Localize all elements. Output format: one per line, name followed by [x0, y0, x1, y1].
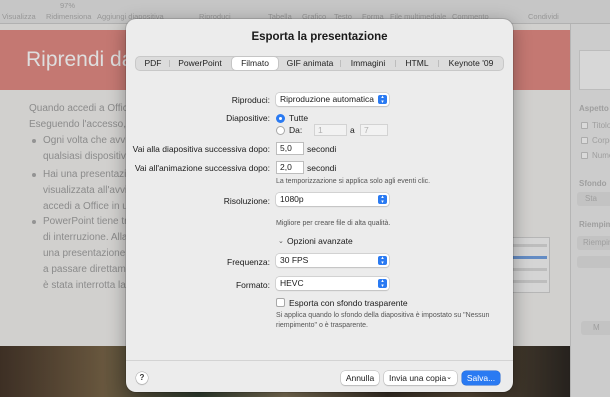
next-anim-field[interactable]: 2,0: [276, 161, 304, 174]
tab-divider: [340, 60, 341, 67]
chevron-down-icon[interactable]: ⌄: [278, 237, 284, 245]
transparent-bg-checkbox[interactable]: [276, 298, 285, 307]
tab-pdf[interactable]: PDF: [138, 57, 168, 70]
tab-movie[interactable]: Filmato: [232, 57, 278, 70]
next-slide-label: Vai alla diapositiva successiva dopo:: [132, 144, 270, 154]
frequency-popup-value: 30 FPS: [280, 255, 309, 265]
seconds-unit: secondi: [307, 163, 337, 173]
range-radio[interactable]: [276, 126, 285, 135]
popup-arrows-icon: ▴ ▾: [378, 195, 387, 204]
footer-divider: [126, 360, 513, 361]
transparent-note-line1: Si applica quando lo sfondo della diapos…: [276, 312, 490, 319]
transparent-note-line2: riempimento" o è trasparente.: [276, 322, 368, 329]
resolution-label: Risoluzione:: [223, 196, 270, 206]
resolution-popup-value: 1080p: [280, 194, 304, 204]
format-popup-value: HEVC: [280, 278, 304, 288]
tab-divider: [438, 60, 439, 67]
transparent-bg-label: Esporta con sfondo trasparente: [289, 298, 408, 308]
play-popup[interactable]: Riproduzione automatica ▴ ▾: [276, 93, 389, 106]
frequency-popup[interactable]: 30 FPS ▴ ▾: [276, 254, 389, 267]
tab-html[interactable]: HTML: [397, 57, 437, 70]
chevron-down-icon: ⌄: [446, 374, 452, 381]
all-slides-label: Tutte: [289, 113, 309, 123]
send-copy-label: Invia una copia: [389, 373, 447, 383]
play-popup-value: Riproduzione automatica: [280, 94, 375, 104]
from-field[interactable]: 1: [314, 124, 347, 136]
popup-arrows-icon: ▴ ▾: [378, 256, 387, 265]
format-tabs: PDF PowerPoint Filmato GIF animata Immag…: [135, 56, 504, 71]
next-slide-field[interactable]: 5,0: [276, 142, 304, 155]
from-label: Da:: [289, 125, 303, 135]
to-field[interactable]: 7: [360, 124, 388, 136]
next-anim-label: Vai all'animazione successiva dopo:: [134, 163, 270, 173]
save-button[interactable]: Salva...: [462, 371, 500, 385]
seconds-unit: secondi: [307, 144, 337, 154]
format-label: Formato:: [235, 280, 270, 290]
frequency-label: Frequenza:: [227, 257, 270, 267]
send-copy-button[interactable]: Invia una copia ⌄: [384, 371, 457, 385]
timing-note: La temporizzazione si applica solo agli …: [276, 178, 431, 185]
cancel-button[interactable]: Annulla: [341, 371, 379, 385]
all-slides-radio[interactable]: [276, 114, 285, 123]
tab-images[interactable]: Immagini: [342, 57, 394, 70]
tab-animated-gif[interactable]: GIF animata: [281, 57, 339, 70]
export-dialog: Esporta la presentazione PDF PowerPoint …: [126, 19, 513, 392]
popup-arrows-icon: ▴ ▾: [378, 279, 387, 288]
play-label: Riproduci:: [231, 95, 270, 105]
tab-keynote-09[interactable]: Keynote '09: [440, 57, 502, 70]
format-popup[interactable]: HEVC ▴ ▾: [276, 277, 389, 290]
tab-divider: [169, 60, 170, 67]
slides-label: Diapositive:: [226, 113, 270, 123]
tab-powerpoint[interactable]: PowerPoint: [171, 57, 229, 70]
popup-arrows-icon: ▴ ▾: [378, 95, 387, 104]
resolution-note: Migliore per creare file di alta qualità…: [276, 220, 391, 227]
tab-divider: [395, 60, 396, 67]
resolution-popup[interactable]: 1080p ▴ ▾: [276, 193, 389, 206]
advanced-options-toggle[interactable]: Opzioni avanzate: [287, 236, 353, 246]
dialog-title: Esporta la presentazione: [251, 31, 388, 43]
help-button[interactable]: ?: [136, 372, 148, 384]
to-label: a: [350, 125, 355, 135]
